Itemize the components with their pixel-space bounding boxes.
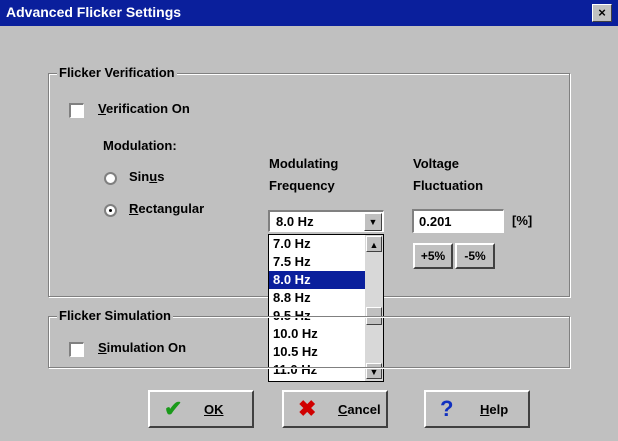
cancel-button[interactable]: ✖ Cancel	[282, 390, 388, 428]
chevron-down-icon[interactable]: ▼	[364, 213, 382, 231]
question-icon: ?	[440, 396, 454, 421]
close-button[interactable]: ×	[592, 4, 612, 22]
checkmark-icon: ✔	[164, 396, 183, 421]
close-icon: ×	[598, 5, 606, 20]
cancel-label-rest: ancel	[347, 402, 381, 417]
modulation-label: Modulation:	[103, 138, 177, 153]
verification-checkbox-label[interactable]: Verification On	[98, 101, 190, 116]
frequency-option[interactable]: 7.5 Hz	[269, 253, 365, 271]
help-label-rest: elp	[489, 402, 509, 417]
simulation-checkbox[interactable]	[69, 342, 84, 357]
simulation-checkbox-label[interactable]: Simulation On	[98, 340, 186, 355]
plus-5-percent-button[interactable]: +5%	[413, 243, 453, 269]
scroll-up-icon[interactable]: ▲	[366, 236, 382, 252]
simulation-group-label: Flicker Simulation	[57, 308, 173, 323]
voltage-unit: [%]	[512, 213, 533, 228]
frequency-label-line2: Frequency	[269, 178, 335, 193]
frequency-option[interactable]: 7.0 Hz	[269, 235, 365, 253]
frequency-option[interactable]: 8.8 Hz	[269, 289, 365, 307]
simulation-checkbox-label-rest: imulation On	[106, 340, 187, 355]
verification-checkbox[interactable]	[69, 103, 84, 118]
frequency-label-line1: Modulating	[269, 156, 339, 171]
ok-label: OK	[204, 402, 224, 417]
x-icon: ✖	[298, 396, 317, 421]
frequency-dropdown[interactable]: 8.0 Hz ▼	[268, 210, 384, 232]
radio-rectangular-label[interactable]: Rectangular	[129, 201, 204, 216]
verification-checkbox-label-rest: erification On	[105, 101, 190, 116]
voltage-label-line2: Fluctuation	[413, 178, 484, 193]
help-label: Help	[480, 402, 509, 417]
radio-sinus-label[interactable]: Sinus	[129, 169, 164, 184]
title-bar: Advanced Flicker Settings ×	[0, 0, 618, 26]
ok-button[interactable]: ✔ OK	[148, 390, 254, 428]
radio-rectangular[interactable]	[104, 204, 117, 217]
help-button[interactable]: ? Help	[424, 390, 530, 428]
minus-5-percent-button[interactable]: -5%	[455, 243, 495, 269]
voltage-label-line1: Voltage	[413, 156, 459, 171]
frequency-option[interactable]: 8.0 Hz	[269, 271, 365, 289]
radio-sinus[interactable]	[104, 172, 117, 185]
verification-group-label: Flicker Verification	[57, 65, 177, 80]
frequency-value: 8.0 Hz	[276, 214, 314, 229]
voltage-input[interactable]: 0.201	[412, 209, 504, 233]
window-title: Advanced Flicker Settings	[6, 4, 182, 20]
cancel-label: Cancel	[338, 402, 381, 417]
